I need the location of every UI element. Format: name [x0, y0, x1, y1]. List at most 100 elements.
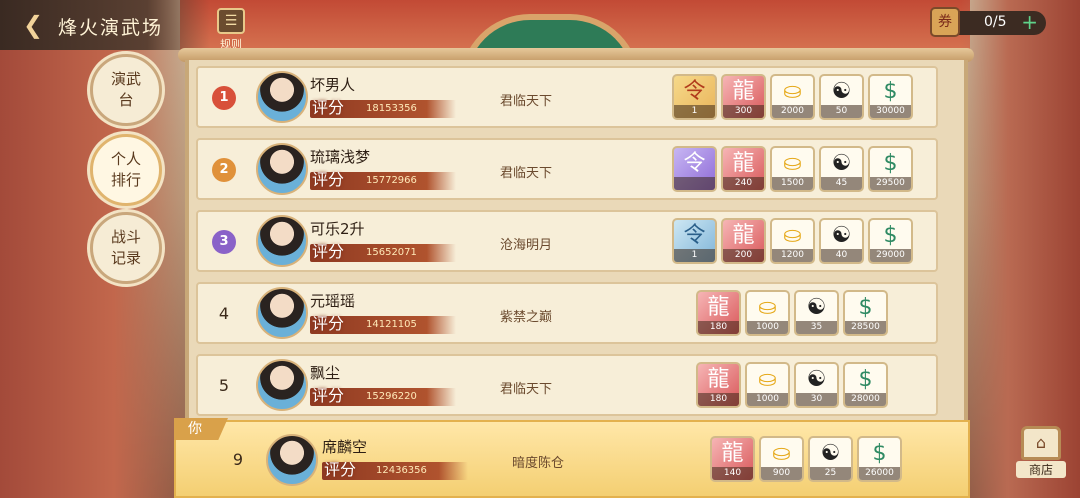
reward-item-gold[interactable]: ⛀ 1000	[745, 362, 790, 408]
player-name: 飘尘	[310, 364, 341, 382]
reward-item-book[interactable]: ☯ 30	[794, 362, 839, 408]
reward-count: 1	[674, 105, 715, 118]
shop-label: 商店	[1016, 461, 1066, 478]
player-title: 君临天下	[500, 94, 553, 109]
dragon-icon: 龍	[707, 367, 730, 392]
book-icon: ☯	[806, 367, 827, 392]
reward-count: 40	[821, 249, 862, 262]
reward-item-dragon[interactable]: 龍 240	[721, 146, 766, 192]
reward-item-jade[interactable]: $28500	[843, 290, 888, 336]
reward-count: 28000	[845, 393, 886, 406]
reward-item-book[interactable]: ☯ 45	[819, 146, 864, 192]
dragon-icon: 龍	[732, 151, 755, 176]
player-name: 坏男人	[310, 76, 356, 94]
reward-count: 26000	[859, 467, 900, 480]
reward-item-dragon[interactable]: 龍 140	[710, 436, 755, 482]
rules-button[interactable]: ☰ 规则	[214, 8, 248, 52]
shop-icon: ⌂	[1021, 426, 1061, 460]
reward-count: 28500	[845, 321, 886, 334]
score-label: 评分	[312, 98, 345, 117]
dragon-icon: 龍	[707, 295, 730, 320]
jade-icon: $	[883, 79, 898, 104]
reward-item-jade[interactable]: $29500	[868, 146, 913, 192]
book-icon: ☯	[831, 151, 852, 176]
reward-count: 1	[674, 249, 715, 262]
book-icon: ☯	[831, 223, 852, 248]
book-icon: ☯	[831, 79, 852, 104]
tab-battle-log[interactable]: 战斗记录	[90, 212, 162, 284]
reward-count: 25	[810, 467, 851, 480]
token-icon: 令	[683, 79, 706, 104]
reward-item-token-purple[interactable]: 令	[672, 146, 717, 192]
reward-item-gold[interactable]: ⛀ 2000	[770, 74, 815, 120]
reward-item-gold[interactable]: ⛀ 900	[759, 436, 804, 482]
player-name: 可乐2升	[310, 220, 365, 238]
tab-arena[interactable]: 演武台	[90, 54, 162, 126]
reward-item-jade[interactable]: $30000	[868, 74, 913, 120]
reward-item-book[interactable]: ☯ 50	[819, 74, 864, 120]
dragon-icon: 龍	[721, 441, 744, 466]
player-score: 14121105	[366, 319, 417, 330]
player-name: 元瑶瑶	[310, 292, 356, 310]
player-score: 15652071	[366, 247, 417, 258]
reward-item-dragon[interactable]: 龍 200	[721, 218, 766, 264]
reward-item-dragon[interactable]: 龍 180	[696, 290, 741, 336]
gold-icon: ⛀	[783, 151, 802, 176]
reward-count: 200	[723, 249, 764, 262]
reward-count: 900	[761, 467, 802, 480]
player-score: 15296220	[366, 391, 417, 402]
reward-item-jade[interactable]: $28000	[843, 362, 888, 408]
ranking-row: 5 飘尘 评分 15296220 君临天下龍 180 ⛀ 1000 ☯ 30 $28000	[196, 354, 938, 416]
reward-count	[674, 177, 715, 190]
reward-count: 1200	[772, 249, 813, 262]
player-name: 琉璃浅梦	[310, 148, 371, 166]
reward-item-book[interactable]: ☯ 25	[808, 436, 853, 482]
ranking-row: 4 元瑶瑶 评分 14121105 紫禁之巅龍 180 ⛀ 1000 ☯ 35 $28500	[196, 282, 938, 344]
reward-count: 1500	[772, 177, 813, 190]
book-icon: ☯	[820, 441, 841, 466]
my-avatar[interactable]	[266, 434, 318, 486]
reward-count: 45	[821, 177, 862, 190]
reward-item-token-blue[interactable]: 令1	[672, 218, 717, 264]
reward-item-dragon[interactable]: 龍 180	[696, 362, 741, 408]
reward-item-dragon[interactable]: 龍 300	[721, 74, 766, 120]
reward-count: 29000	[870, 249, 911, 262]
player-avatar[interactable]	[256, 71, 308, 123]
gold-icon: ⛀	[783, 79, 802, 104]
player-avatar[interactable]	[256, 359, 308, 411]
ranking-row: 2 琉璃浅梦 评分 15772966 君临天下令龍 240 ⛀ 1500 ☯ 45 $29500	[196, 138, 938, 200]
jade-icon: $	[858, 367, 873, 392]
player-score: 15772966	[366, 175, 417, 186]
back-button[interactable]: ❮	[18, 10, 48, 40]
tab-ranking-label: 个人排行	[110, 150, 141, 189]
reward-list: 龍 180 ⛀ 1000 ☯ 35 $28500	[696, 290, 888, 336]
gold-icon: ⛀	[758, 367, 777, 392]
player-avatar[interactable]	[256, 215, 308, 267]
reward-item-jade[interactable]: $29000	[868, 218, 913, 264]
reward-item-gold[interactable]: ⛀ 1000	[745, 290, 790, 336]
gold-icon: ⛀	[758, 295, 777, 320]
reward-count: 300	[723, 105, 764, 118]
tab-ranking[interactable]: 个人排行	[90, 134, 162, 206]
reward-item-book[interactable]: ☯ 35	[794, 290, 839, 336]
back-arrow-icon: ❮	[22, 11, 44, 39]
reward-count: 2000	[772, 105, 813, 118]
reward-item-gold[interactable]: ⛀ 1500	[770, 146, 815, 192]
reward-item-gold[interactable]: ⛀ 1200	[770, 218, 815, 264]
token-purple-icon: 令	[683, 151, 706, 176]
my-rewards: 龍 140 ⛀ 900 ☯ 25 $26000	[710, 436, 902, 482]
shop-button[interactable]: ⌂ 商店	[1016, 426, 1066, 482]
rank-badge: 1	[212, 86, 236, 110]
my-score: 12436356	[376, 465, 427, 476]
ticket-icon: 券	[930, 7, 960, 37]
player-avatar[interactable]	[256, 143, 308, 195]
reward-count: 30	[796, 393, 837, 406]
tab-arena-label: 演武台	[110, 70, 141, 109]
add-challenge-button[interactable]: +	[1021, 10, 1038, 34]
reward-item-token[interactable]: 令1	[672, 74, 717, 120]
tab-battle-log-label: 战斗记录	[110, 228, 141, 267]
rank-badge: 4	[218, 304, 230, 323]
reward-item-book[interactable]: ☯ 40	[819, 218, 864, 264]
player-avatar[interactable]	[256, 287, 308, 339]
reward-item-jade[interactable]: $26000	[857, 436, 902, 482]
